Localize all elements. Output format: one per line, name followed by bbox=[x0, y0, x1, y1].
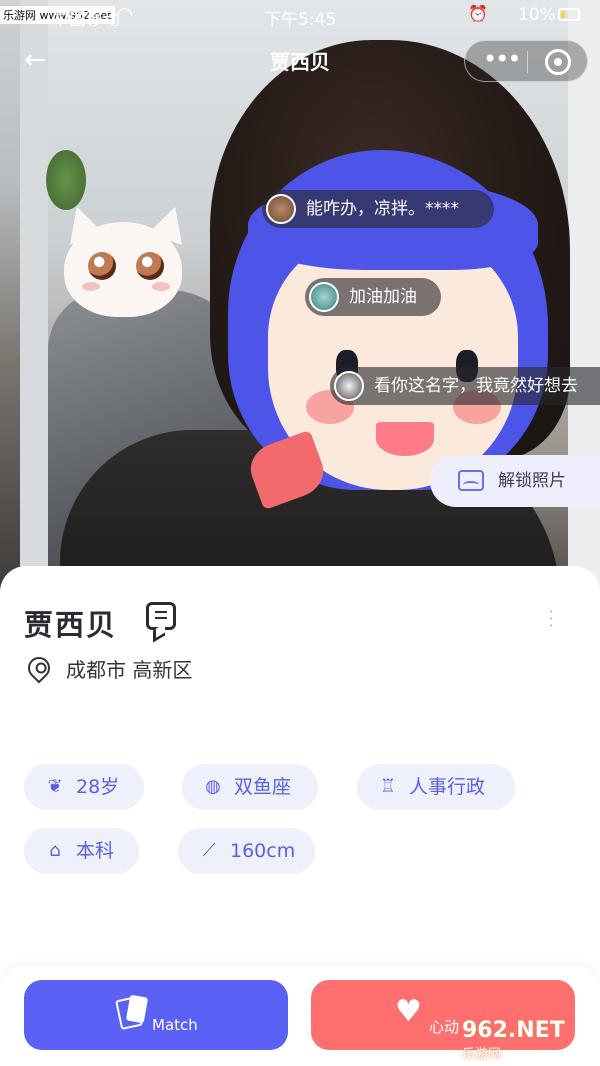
status-bar: 乐游网 www.962.net 中国移动 ◠ 下午5:45 ⏰ 10% bbox=[0, 0, 600, 30]
danmaku-text: 看你这名字，我竟然好想去 bbox=[374, 376, 578, 396]
graduation-cap-icon: ⌂ bbox=[49, 840, 61, 861]
battery-icon bbox=[558, 8, 580, 21]
more-button[interactable]: ••• bbox=[483, 45, 521, 73]
cat-face bbox=[64, 222, 182, 317]
picture-icon bbox=[458, 470, 484, 491]
avatar bbox=[309, 282, 339, 312]
unlock-photos-button[interactable]: 解锁照片 bbox=[430, 455, 600, 507]
cat-eye bbox=[136, 252, 164, 280]
heartbeat-label: 心动 bbox=[429, 1018, 460, 1036]
carrier-label: 中国移动 bbox=[52, 10, 120, 30]
photo-bg-strip bbox=[20, 0, 50, 600]
danmaku-bubble: 看你这名字，我竟然好想去 bbox=[330, 367, 600, 405]
cards-icon bbox=[118, 996, 148, 1028]
location-text: 成都市 高新区 bbox=[66, 658, 193, 682]
profile-name: 贾西贝 bbox=[24, 608, 118, 642]
wifi-icon: ◠ bbox=[116, 2, 134, 26]
girl-mouth bbox=[376, 422, 434, 456]
chat-icon[interactable] bbox=[146, 602, 176, 630]
battery-percent: 10% bbox=[518, 5, 556, 25]
tag-zodiac: ◍ 双鱼座 bbox=[182, 764, 318, 810]
unlock-photos-label: 解锁照片 bbox=[498, 471, 566, 491]
location-pin-icon bbox=[23, 652, 55, 684]
nav-bar: ← 贾西贝 ••• bbox=[0, 34, 600, 86]
heart-icon: ♥ bbox=[395, 994, 422, 1029]
cat-eye bbox=[88, 252, 116, 280]
palette-icon: ◍ bbox=[205, 776, 221, 797]
photo-bg-strip-right bbox=[568, 0, 600, 600]
tag-age: ❦ 28岁 bbox=[24, 764, 144, 810]
capsule-divider bbox=[527, 51, 528, 73]
tag-label: 28岁 bbox=[76, 776, 120, 798]
avatar bbox=[266, 194, 296, 224]
alarm-icon: ⏰ bbox=[468, 4, 488, 23]
leaf-icon: ❦ bbox=[47, 776, 63, 797]
ruler-icon: ⟋ bbox=[202, 840, 216, 861]
avatar bbox=[334, 371, 364, 401]
tag-education: ⌂ 本科 bbox=[24, 828, 139, 874]
profile-photo[interactable] bbox=[0, 0, 600, 600]
match-button[interactable]: Match bbox=[24, 980, 288, 1050]
watermark-sub: 乐游网 bbox=[462, 1047, 502, 1062]
tag-label: 本科 bbox=[76, 840, 115, 862]
badge-icon: ♖ bbox=[379, 776, 397, 797]
tag-occupation: ♖ 人事行政 bbox=[357, 764, 515, 810]
cat-blush bbox=[152, 282, 170, 291]
tag-label: 160cm bbox=[230, 840, 296, 862]
watermark-bottom-right: 962.NET 乐游网 bbox=[462, 1018, 598, 1064]
more-options-icon[interactable]: · · · bbox=[544, 604, 558, 634]
cat-sticker bbox=[52, 200, 193, 320]
danmaku-text: 能咋办，凉拌。**** bbox=[306, 199, 459, 219]
danmaku-bubble: 能咋办，凉拌。**** bbox=[262, 190, 494, 228]
location: 成都市 高新区 bbox=[23, 652, 193, 686]
danmaku-text: 加油加油 bbox=[349, 287, 417, 307]
tag-label: 人事行政 bbox=[409, 776, 486, 798]
close-target-icon[interactable] bbox=[545, 49, 571, 75]
tag-height: ⟋ 160cm bbox=[178, 828, 315, 874]
watermark-main: 962.NET bbox=[462, 1018, 565, 1043]
cat-blush bbox=[82, 282, 100, 291]
mini-program-capsule: ••• bbox=[464, 40, 588, 82]
danmaku-bubble: 加油加油 bbox=[305, 278, 441, 316]
status-time: 下午5:45 bbox=[264, 10, 337, 30]
tag-label: 双鱼座 bbox=[234, 776, 292, 798]
match-label: Match bbox=[152, 1016, 198, 1034]
